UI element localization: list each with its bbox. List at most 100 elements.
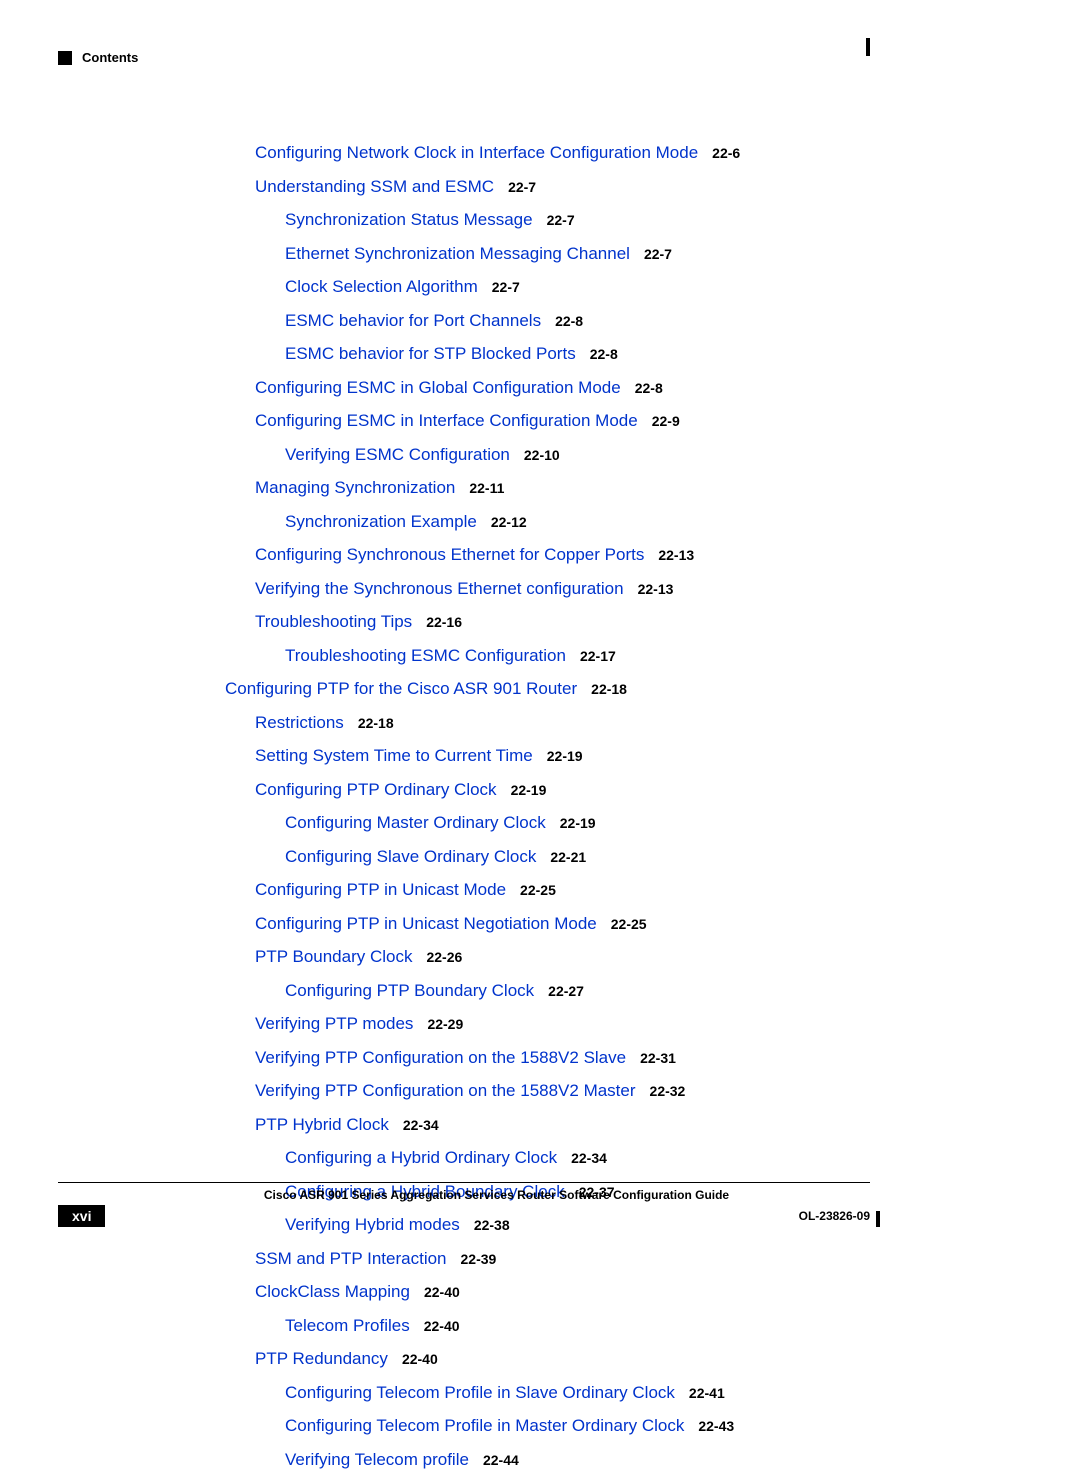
toc-entry: Configuring Slave Ordinary Clock22-21 [285, 844, 985, 870]
toc-link[interactable]: ESMC behavior for STP Blocked Ports [285, 344, 576, 363]
toc-link[interactable]: Ethernet Synchronization Messaging Chann… [285, 244, 630, 263]
toc-link[interactable]: Synchronization Example [285, 512, 477, 531]
toc-entry: Configuring PTP Ordinary Clock 22-19 [255, 777, 985, 803]
toc-entry: Synchronization Example 22-12 [285, 509, 985, 535]
toc-page-ref: 22-8 [555, 313, 583, 329]
toc-entry: Configuring Master Ordinary Clock22-19 [285, 810, 985, 836]
toc-page-ref: 22-17 [580, 648, 616, 664]
toc-page-ref: 22-7 [547, 212, 575, 228]
toc-page-ref: 22-16 [426, 614, 462, 630]
toc-page-ref: 22-10 [524, 447, 560, 463]
toc-page-ref: 22-13 [638, 581, 674, 597]
toc-entry: Clock Selection Algorithm 22-7 [285, 274, 985, 300]
toc-page-ref: 22-8 [635, 380, 663, 396]
toc-link[interactable]: Configuring Master Ordinary Clock [285, 813, 546, 832]
toc-entry: ESMC behavior for STP Blocked Ports 22-8 [285, 341, 985, 367]
toc-link[interactable]: Configuring Synchronous Ethernet for Cop… [255, 545, 644, 564]
doc-reference: OL-23826-09 [799, 1209, 870, 1223]
toc-entry: Verifying PTP Configuration on the 1588V… [255, 1078, 985, 1104]
toc-link[interactable]: Restrictions [255, 713, 344, 732]
toc-link[interactable]: Verifying the Synchronous Ethernet confi… [255, 579, 624, 598]
toc-link[interactable]: Configuring a Hybrid Ordinary Clock [285, 1148, 557, 1167]
toc-link[interactable]: Verifying Telecom profile [285, 1450, 469, 1469]
toc-entry: Configuring ESMC in Global Configuration… [255, 375, 985, 401]
toc-page-ref: 22-6 [712, 145, 740, 161]
toc-link[interactable]: Telecom Profiles [285, 1316, 410, 1335]
toc-link[interactable]: ESMC behavior for Port Channels [285, 311, 541, 330]
toc-page-ref: 22-19 [547, 748, 583, 764]
toc-page-ref: 22-19 [511, 782, 547, 798]
toc-link[interactable]: Configuring Telecom Profile in Master Or… [285, 1416, 684, 1435]
toc-link[interactable]: SSM and PTP Interaction [255, 1249, 447, 1268]
toc-entry: Restrictions 22-18 [255, 710, 985, 736]
toc-page-ref: 22-18 [591, 681, 627, 697]
toc-page-ref: 22-34 [403, 1117, 439, 1133]
toc-link[interactable]: Verifying PTP Configuration on the 1588V… [255, 1081, 636, 1100]
toc-entry: PTP Boundary Clock 22-26 [255, 944, 985, 970]
toc-entry: SSM and PTP Interaction22-39 [255, 1246, 985, 1272]
toc-page-ref: 22-18 [358, 715, 394, 731]
toc-page-ref: 22-25 [611, 916, 647, 932]
toc-link[interactable]: Understanding SSM and ESMC [255, 177, 494, 196]
toc-link[interactable]: Synchronization Status Message [285, 210, 533, 229]
toc-entry: Verifying PTP modes 22-29 [255, 1011, 985, 1037]
toc-link[interactable]: Setting System Time to Current Time [255, 746, 533, 765]
toc-link[interactable]: Configuring PTP in Unicast Negotiation M… [255, 914, 597, 933]
toc-link[interactable]: Managing Synchronization [255, 478, 455, 497]
toc-link[interactable]: Configuring ESMC in Global Configuration… [255, 378, 621, 397]
toc-page-ref: 22-7 [644, 246, 672, 262]
toc-link[interactable]: PTP Hybrid Clock [255, 1115, 389, 1134]
toc-page-ref: 22-29 [427, 1016, 463, 1032]
footer-title: Cisco ASR 901 Series Aggregation Service… [123, 1188, 870, 1202]
toc-page-ref: 22-7 [492, 279, 520, 295]
toc-link[interactable]: Verifying PTP Configuration on the 1588V… [255, 1048, 626, 1067]
toc-link[interactable]: Verifying PTP modes [255, 1014, 413, 1033]
toc-link[interactable]: Configuring Slave Ordinary Clock [285, 847, 536, 866]
toc-entry: Configuring Telecom Profile in Slave Ord… [285, 1380, 985, 1406]
toc-link[interactable]: PTP Redundancy [255, 1349, 388, 1368]
toc-entry: Ethernet Synchronization Messaging Chann… [285, 241, 985, 267]
toc-link[interactable]: Configuring PTP for the Cisco ASR 901 Ro… [225, 679, 577, 698]
toc-link[interactable]: Verifying ESMC Configuration [285, 445, 510, 464]
toc-page-ref: 22-9 [652, 413, 680, 429]
toc-entry: Configuring a Hybrid Ordinary Clock 22-34 [285, 1145, 985, 1171]
toc-page-ref: 22-12 [491, 514, 527, 530]
toc-page-ref: 22-7 [508, 179, 536, 195]
toc-page-ref: 22-40 [424, 1318, 460, 1334]
toc-page-ref: 22-26 [426, 949, 462, 965]
toc-link[interactable]: Configuring PTP Ordinary Clock [255, 780, 497, 799]
toc-entry: PTP Hybrid Clock 22-34 [255, 1112, 985, 1138]
header-bar: Contents [58, 50, 138, 65]
toc-entry: Configuring Telecom Profile in Master Or… [285, 1413, 985, 1439]
toc-link[interactable]: PTP Boundary Clock [255, 947, 412, 966]
toc-link[interactable]: Configuring Network Clock in Interface C… [255, 143, 698, 162]
toc-link[interactable]: Configuring ESMC in Interface Configurat… [255, 411, 638, 430]
toc-page-ref: 22-40 [402, 1351, 438, 1367]
toc-link[interactable]: Troubleshooting Tips [255, 612, 412, 631]
toc-page-ref: 22-41 [689, 1385, 725, 1401]
toc-entry: Configuring PTP in Unicast Negotiation M… [255, 911, 985, 937]
toc-link[interactable]: Configuring PTP Boundary Clock [285, 981, 534, 1000]
toc-entry: Verifying Telecom profile22-44 [285, 1447, 985, 1473]
toc-page-ref: 22-34 [571, 1150, 607, 1166]
toc-page-ref: 22-43 [698, 1418, 734, 1434]
toc-link[interactable]: Clock Selection Algorithm [285, 277, 478, 296]
toc-entry: Verifying PTP Configuration on the 1588V… [255, 1045, 985, 1071]
toc-entry: Verifying the Synchronous Ethernet confi… [255, 576, 985, 602]
toc-entry: Telecom Profiles 22-40 [285, 1313, 985, 1339]
footer-bottom: xvi OL-23826-09 [58, 1205, 870, 1227]
toc-link[interactable]: ClockClass Mapping [255, 1282, 410, 1301]
toc-page-ref: 22-13 [658, 547, 694, 563]
toc-link[interactable]: Configuring Telecom Profile in Slave Ord… [285, 1383, 675, 1402]
toc-page-ref: 22-40 [424, 1284, 460, 1300]
toc-page-ref: 22-8 [590, 346, 618, 362]
footer-rule [58, 1182, 870, 1183]
toc-link[interactable]: Configuring PTP in Unicast Mode [255, 880, 506, 899]
toc-page-ref: 22-31 [640, 1050, 676, 1066]
toc-page-ref: 22-27 [548, 983, 584, 999]
toc-page-ref: 22-25 [520, 882, 556, 898]
toc-entry: Configuring PTP Boundary Clock 22-27 [285, 978, 985, 1004]
toc-entry: Verifying ESMC Configuration 22-10 [285, 442, 985, 468]
toc-entry: Configuring Synchronous Ethernet for Cop… [255, 542, 985, 568]
toc-link[interactable]: Troubleshooting ESMC Configuration [285, 646, 566, 665]
